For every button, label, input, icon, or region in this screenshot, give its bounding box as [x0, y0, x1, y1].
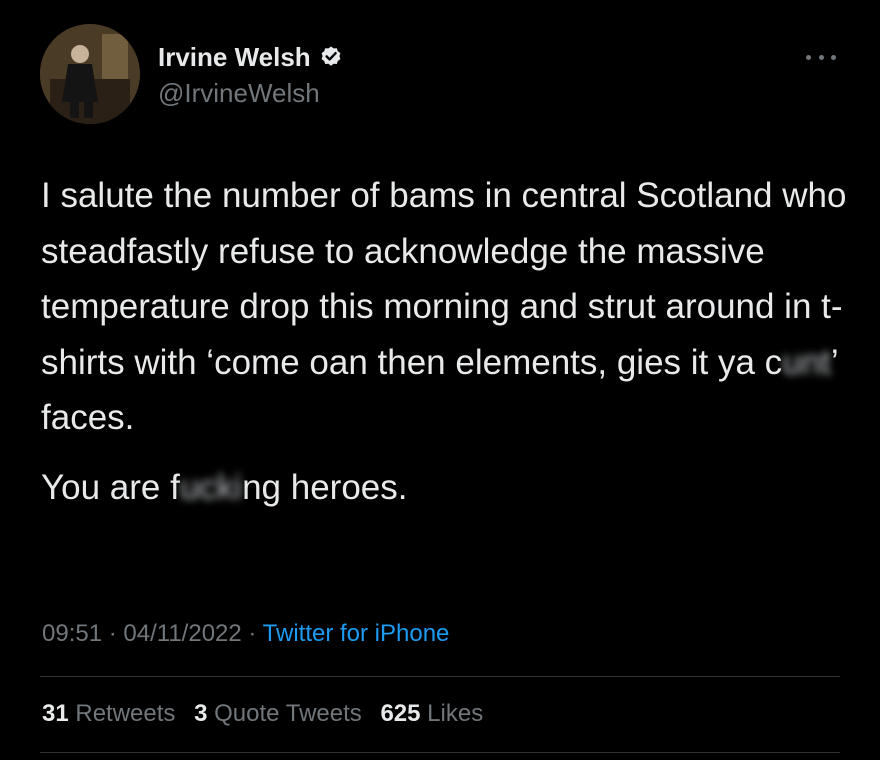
retweets-label: Retweets: [75, 700, 176, 727]
tweet-text-segment: I salute the number of bams in central S…: [41, 176, 847, 382]
likes-count: 625: [380, 700, 421, 727]
quote-tweets-label: Quote Tweets: [214, 700, 362, 727]
tweet-metadata: 09:51 · 04/11/2022 · Twitter for iPhone: [42, 617, 449, 651]
more-options-icon[interactable]: [806, 46, 836, 68]
tweet-paragraph: I salute the number of bams in central S…: [41, 168, 851, 446]
tweet-text: I salute the number of bams in central S…: [41, 168, 851, 515]
retweets-count: 31: [42, 700, 69, 727]
profile-avatar[interactable]: [40, 24, 140, 124]
divider: [40, 752, 840, 753]
meta-separator: ·: [248, 620, 257, 647]
verified-badge-icon: [319, 45, 343, 69]
tweet-text-segment: ng heroes.: [242, 467, 408, 507]
author-handle[interactable]: @IrvineWelsh: [158, 78, 320, 108]
more-dot: [831, 54, 836, 60]
quote-tweets-count: 3: [194, 700, 208, 727]
likes-stat[interactable]: 625 Likes: [380, 700, 483, 727]
more-dot: [806, 54, 811, 60]
censored-word: ucki: [179, 467, 243, 507]
censored-word: unt: [782, 342, 831, 382]
tweet-source-link[interactable]: Twitter for iPhone: [263, 620, 450, 647]
more-dot: [818, 54, 824, 60]
retweets-stat[interactable]: 31 Retweets: [42, 700, 175, 727]
likes-label: Likes: [427, 700, 484, 727]
quote-tweets-stat[interactable]: 3 Quote Tweets: [194, 700, 362, 727]
tweet-text-segment: You are f: [41, 467, 180, 507]
divider: [40, 676, 840, 677]
author-display-name[interactable]: Irvine Welsh: [158, 42, 311, 72]
tweet-paragraph: You are fucking heroes.: [41, 460, 851, 516]
tweet-time[interactable]: 09:51: [42, 620, 102, 647]
engagement-stats: 31 Retweets 3 Quote Tweets 625 Likes: [42, 697, 495, 731]
author-name-row[interactable]: Irvine Welsh: [158, 42, 343, 72]
tweet-date[interactable]: 04/11/2022: [123, 620, 241, 647]
meta-separator: ·: [108, 620, 117, 647]
